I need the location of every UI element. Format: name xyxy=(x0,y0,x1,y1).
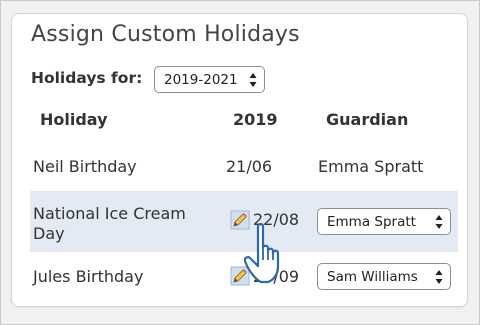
row-1-guardian: Emma Spratt xyxy=(318,157,424,176)
column-header-year: 2019 xyxy=(233,110,278,129)
pointer-hand-cursor-icon xyxy=(244,223,280,284)
row-1-holiday: Neil Birthday xyxy=(33,157,137,176)
row-3-guardian-select[interactable]: Sam Williams xyxy=(317,263,451,290)
row-3-holiday: Jules Birthday xyxy=(33,267,144,286)
year-range-select[interactable]: 2019-2021 xyxy=(154,66,265,93)
updown-arrows-icon xyxy=(435,215,443,229)
row-2-guardian-value: Emma Spratt xyxy=(327,213,416,230)
page-title: Assign Custom Holidays xyxy=(31,22,300,47)
row-3-guardian-value: Sam Williams xyxy=(327,268,418,285)
row-2-holiday: National Ice Cream Day xyxy=(33,204,186,243)
column-header-holiday: Holiday xyxy=(40,110,108,129)
column-header-guardian: Guardian xyxy=(326,110,409,129)
row-2-guardian-select[interactable]: Emma Spratt xyxy=(317,208,451,235)
row-1-date: 21/06 xyxy=(226,157,273,176)
holidays-for-label: Holidays for: xyxy=(31,69,143,87)
year-range-value: 2019-2021 xyxy=(164,71,238,88)
updown-arrows-icon xyxy=(249,73,257,87)
updown-arrows-icon xyxy=(435,270,443,284)
